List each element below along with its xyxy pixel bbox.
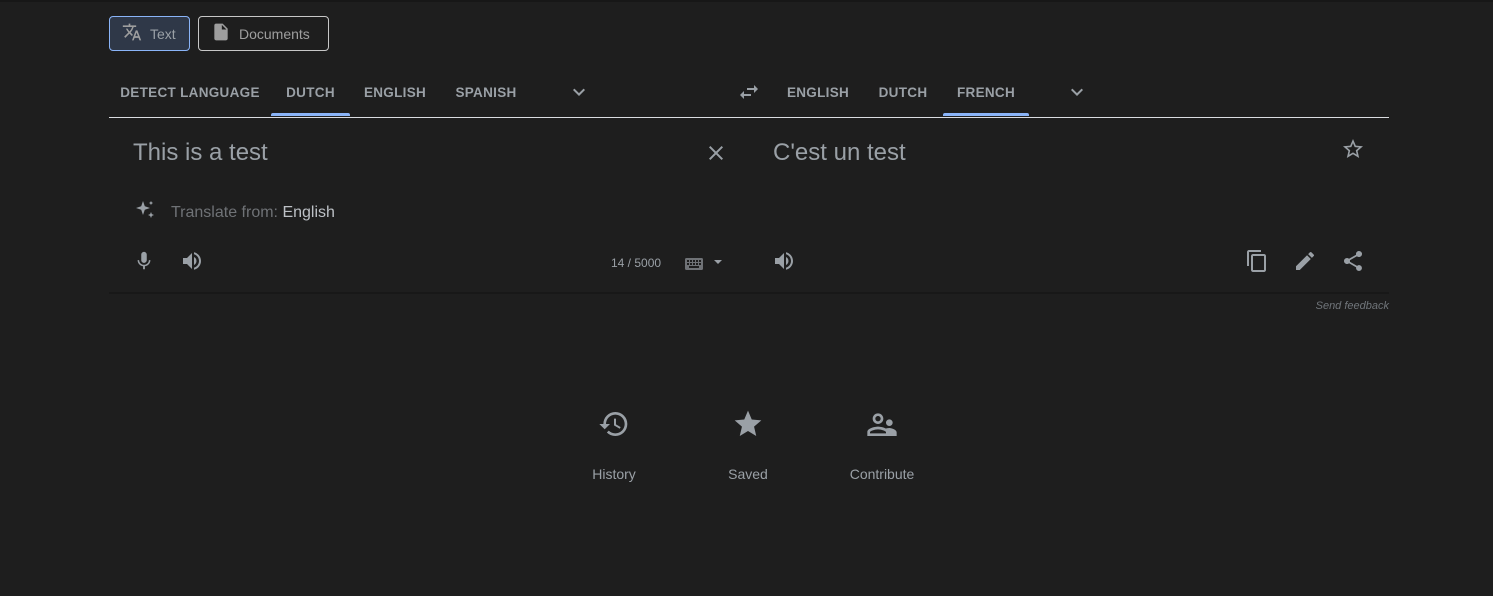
contribute-label: Contribute	[849, 466, 915, 482]
translation-output: C'est un test	[773, 139, 906, 166]
tab-label: DUTCH	[878, 84, 928, 100]
chevron-down-icon	[1071, 88, 1083, 96]
listen-source-button[interactable]	[176, 245, 208, 277]
history-button[interactable]: History	[554, 404, 674, 482]
saved-label: Saved	[728, 466, 768, 482]
documents-mode-button[interactable]: Documents	[198, 16, 329, 51]
tab-target-french[interactable]: FRENCH	[943, 68, 1029, 116]
clear-source-button[interactable]	[700, 137, 732, 169]
tab-label: DETECT LANGUAGE	[120, 84, 260, 100]
speaker-icon	[183, 252, 201, 270]
translate-from-language-link[interactable]: English	[282, 204, 334, 221]
swap-icon	[740, 85, 758, 99]
tab-target-dutch[interactable]: DUTCH	[863, 68, 943, 116]
history-label: History	[592, 466, 636, 482]
send-feedback-link[interactable]: Send feedback	[1316, 300, 1389, 312]
tab-source-dutch[interactable]: DUTCH	[271, 68, 350, 116]
tab-label: SPANISH	[455, 84, 517, 100]
tab-detect-language[interactable]: DETECT LANGUAGE	[109, 68, 271, 116]
source-text-input[interactable]: This is a test	[133, 139, 268, 167]
swap-languages-button[interactable]	[729, 76, 769, 108]
contribute-button[interactable]: Contribute	[822, 404, 942, 482]
tab-label: FRENCH	[956, 84, 1016, 100]
listen-translation-button[interactable]	[768, 245, 800, 277]
star-outline-icon	[1343, 139, 1363, 158]
share-translation-button[interactable]	[1337, 245, 1369, 277]
translate-from-suggestion: Translate from: English	[133, 199, 335, 228]
keyboard-icon	[685, 258, 722, 270]
tab-label: ENGLISH	[363, 84, 427, 100]
saved-button[interactable]: Saved	[688, 404, 808, 482]
character-count: 14 / 5000	[611, 256, 662, 270]
mic-icon	[137, 251, 151, 270]
translate-from-prefix: Translate from:	[171, 204, 278, 221]
voice-input-button[interactable]	[128, 245, 160, 277]
input-tools-button[interactable]	[682, 251, 726, 275]
language-bar: DETECT LANGUAGE DUTCH ENGLISH SPANISH EN…	[109, 68, 1389, 118]
tab-label: DUTCH	[286, 84, 335, 100]
close-icon	[709, 146, 723, 160]
save-translation-button[interactable]	[1337, 133, 1369, 165]
star-icon	[734, 410, 762, 436]
top-divider	[0, 0, 1493, 2]
tab-source-spanish[interactable]: SPANISH	[440, 68, 532, 116]
document-icon	[211, 22, 231, 45]
panel-divider	[109, 292, 1389, 294]
contribute-icon	[867, 413, 897, 436]
edit-icon	[1296, 251, 1315, 270]
copy-icon	[1247, 250, 1266, 272]
copy-translation-button[interactable]	[1241, 245, 1273, 277]
target-more-languages-button[interactable]	[1061, 76, 1093, 108]
tab-source-english[interactable]: ENGLISH	[350, 68, 440, 116]
edit-translation-button[interactable]	[1289, 245, 1321, 277]
translate-icon	[122, 22, 142, 45]
source-more-languages-button[interactable]	[563, 76, 595, 108]
chevron-down-icon	[573, 88, 585, 96]
tab-label: ENGLISH	[786, 84, 850, 100]
share-icon	[1344, 250, 1363, 271]
history-icon	[599, 412, 628, 436]
documents-mode-label: Documents	[239, 25, 310, 42]
text-mode-label: Text	[150, 25, 176, 42]
speaker-icon	[775, 252, 793, 270]
text-mode-button[interactable]: Text	[109, 16, 190, 51]
tab-target-english[interactable]: ENGLISH	[773, 68, 863, 116]
sparkle-icon	[133, 199, 157, 228]
